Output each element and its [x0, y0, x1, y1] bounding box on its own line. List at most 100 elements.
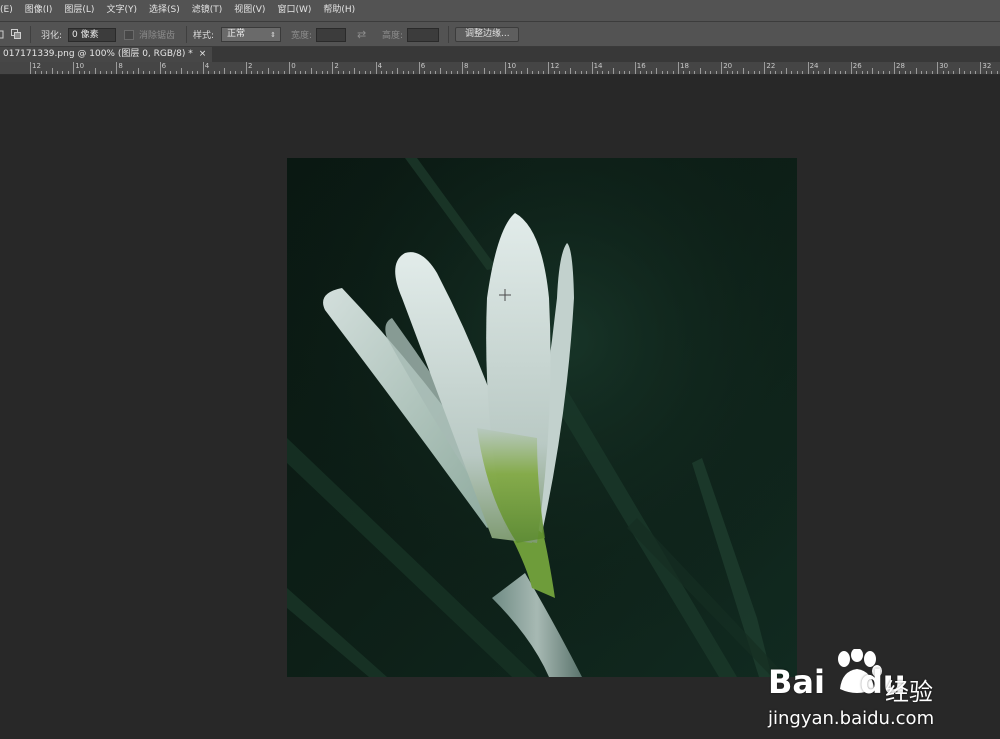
ruler-label: 18 [680, 62, 689, 70]
ruler-minor-tick [337, 71, 339, 74]
ruler-minor-tick [111, 71, 112, 74]
ruler-major-tick [289, 62, 291, 74]
ruler-minor-tick [786, 68, 787, 74]
canvas-workspace[interactable]: Bai du 经验 jingyan.baidu.com [0, 75, 1000, 729]
ruler-major-tick [332, 62, 334, 74]
menu-image[interactable]: 图像(I) [19, 0, 59, 21]
ruler-minor-tick [391, 71, 393, 74]
ruler-minor-tick [467, 71, 469, 74]
options-divider [186, 26, 187, 43]
ruler-minor-tick [597, 71, 598, 74]
ruler-minor-tick [192, 71, 193, 74]
ruler-major-tick [634, 62, 636, 74]
ruler-label: 26 [852, 62, 862, 70]
width-input[interactable] [316, 27, 346, 42]
ruler-minor-tick [197, 71, 199, 74]
ruler-minor-tick [424, 71, 426, 74]
ruler-minor-tick [575, 71, 577, 74]
ruler-minor-tick [694, 71, 696, 74]
tool-options-bar: 羽化: 0 像素 消除锯齿 样式: 正常 ⇕ 宽度: ⇄ 高度: 调整边缘... [0, 21, 1000, 47]
ruler-minor-tick [516, 71, 517, 74]
ruler-minor-tick [829, 68, 831, 74]
selection-mode-icon[interactable] [0, 22, 6, 47]
menu-filter[interactable]: 滤镜(T) [186, 0, 229, 21]
ruler-label: 2 [248, 62, 253, 70]
document-tab-title: 017171339.png @ 100% (图层 0, RGB/8) * [3, 49, 193, 59]
ruler-minor-tick [143, 71, 145, 74]
ruler-minor-tick [429, 71, 431, 74]
ruler-minor-tick [229, 71, 231, 74]
ruler-minor-tick [640, 71, 642, 74]
ruler-minor-tick [62, 71, 64, 74]
ruler-minor-tick [769, 71, 771, 74]
ruler-label: 14 [593, 62, 603, 70]
ruler-major-tick [505, 62, 507, 74]
ruler-minor-tick [154, 71, 156, 74]
menu-select[interactable]: 选择(S) [143, 0, 186, 21]
ruler-minor-tick [127, 71, 129, 74]
ruler-minor-tick [813, 71, 814, 74]
ruler-minor-tick [294, 71, 296, 74]
menu-type[interactable]: 文字(Y) [100, 0, 143, 21]
menu-window[interactable]: 窗口(W) [271, 0, 317, 21]
ruler-minor-tick [975, 71, 976, 74]
horizontal-ruler[interactable]: 12 10 8 6 4 2 0 2 4 6 8 10 12 14 16 18 20 22 24 26 28 30 32 [0, 62, 1000, 75]
ruler-minor-tick [435, 71, 436, 74]
ruler-minor-tick [489, 71, 490, 74]
intersect-selection-icon[interactable] [11, 22, 22, 47]
ruler-minor-tick [235, 71, 237, 74]
ruler-minor-tick [78, 71, 80, 74]
document-tab-bar: 017171339.png @ 100% (图层 0, RGB/8) * × [0, 47, 1000, 62]
ruler-minor-tick [397, 68, 399, 74]
ruler-minor-tick [402, 71, 404, 74]
ruler-label: 4 [377, 62, 383, 70]
menu-layer[interactable]: 图层(L) [58, 0, 100, 21]
ruler-minor-tick [67, 71, 69, 74]
antialias-checkbox[interactable] [124, 29, 134, 40]
menu-help[interactable]: 帮助(H) [317, 0, 361, 21]
ruler-minor-tick [456, 71, 458, 74]
feather-input[interactable]: 0 像素 [68, 27, 116, 42]
ruler-major-tick [807, 62, 809, 74]
jingyan-label: 经验 [885, 678, 933, 706]
ruler-minor-tick [861, 71, 863, 74]
document-tab[interactable]: 017171339.png @ 100% (图层 0, RGB/8) * × [0, 47, 213, 62]
ruler-major-tick [937, 62, 939, 74]
refine-edge-button[interactable]: 调整边缘... [455, 27, 519, 42]
ruler-minor-tick [888, 71, 890, 74]
antialias-label: 消除锯齿 [139, 31, 176, 41]
height-input[interactable] [407, 27, 439, 42]
ruler-major-tick [418, 62, 420, 74]
ruler-minor-tick [483, 68, 485, 74]
ruler-label: 12 [32, 62, 41, 70]
ruler-minor-tick [310, 68, 312, 74]
ruler-minor-tick [705, 71, 706, 74]
ruler-minor-tick [35, 71, 37, 74]
ruler-minor-tick [213, 71, 215, 74]
swap-dimensions-icon[interactable]: ⇄ [357, 22, 366, 47]
ruler-minor-tick [262, 71, 264, 74]
feather-label: 羽化: [41, 31, 63, 41]
style-select[interactable]: 正常 ⇕ [221, 27, 281, 42]
ruler-minor-tick [526, 68, 528, 74]
ruler-minor-tick [359, 71, 361, 74]
close-icon[interactable]: × [199, 47, 207, 62]
ruler-minor-tick [985, 71, 987, 74]
ruler-label: 0 [291, 62, 296, 70]
ruler-major-tick [462, 62, 463, 74]
ruler-minor-tick [791, 71, 793, 74]
menu-edit[interactable]: (E) [0, 0, 19, 21]
menu-view[interactable]: 视图(V) [228, 0, 271, 21]
ruler-minor-tick [381, 71, 382, 74]
ruler-minor-tick [51, 68, 53, 74]
ruler-minor-tick [208, 71, 210, 74]
ruler-label: 16 [636, 62, 646, 70]
ruler-label: 22 [766, 62, 776, 70]
ruler-minor-tick [672, 71, 674, 74]
ruler-minor-tick [57, 71, 58, 74]
ruler-minor-tick [899, 71, 901, 74]
ruler-minor-tick [732, 71, 733, 74]
ruler-minor-tick [138, 68, 139, 74]
ruler-minor-tick [181, 68, 183, 74]
ruler-minor-tick [651, 71, 652, 74]
